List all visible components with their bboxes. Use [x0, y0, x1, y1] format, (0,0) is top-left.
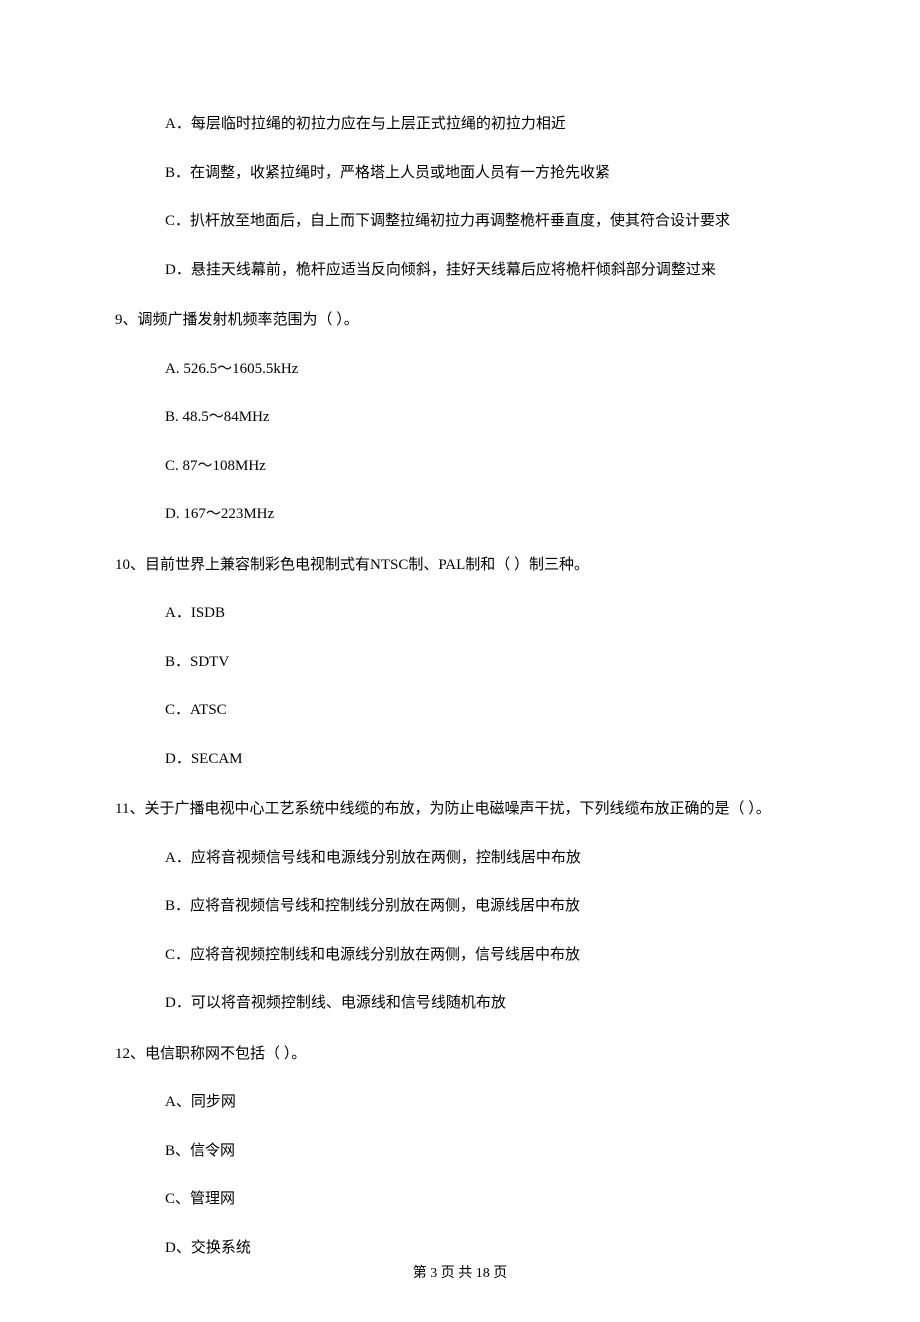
- option-b: B．应将音视频信号线和控制线分别放在两侧，电源线居中布放: [165, 892, 805, 921]
- option-c: C. 87～108MHz: [165, 452, 805, 481]
- question-10: 10、目前世界上兼容制彩色电视制式有NTSC制、PAL制和（ ）制三种。 A．I…: [115, 551, 805, 774]
- option-b: B．SDTV: [165, 648, 805, 677]
- option-d: D．可以将音视频控制线、电源线和信号线随机布放: [165, 989, 805, 1018]
- option-d: D．SECAM: [165, 745, 805, 774]
- option-b: B．在调整，收紧拉绳时，严格塔上人员或地面人员有一方抢先收紧: [165, 159, 805, 188]
- option-b: B. 48.5～84MHz: [165, 403, 805, 432]
- option-d: D．悬挂天线幕前，桅杆应适当反向倾斜，挂好天线幕后应将桅杆倾斜部分调整过来: [165, 256, 805, 285]
- option-d: D. 167～223MHz: [165, 500, 805, 529]
- option-c: C、管理网: [165, 1185, 805, 1214]
- orphan-option-list: A．每层临时拉绳的初拉力应在与上层正式拉绳的初拉力相近 B．在调整，收紧拉绳时，…: [115, 110, 805, 284]
- question-stem: 11、关于广播电视中心工艺系统中线缆的布放，为防止电磁噪声干扰，下列线缆布放正确…: [115, 795, 805, 824]
- option-d: D、交换系统: [165, 1234, 805, 1263]
- question-stem: 12、电信职称网不包括（ ）。: [115, 1040, 805, 1069]
- question-stem: 10、目前世界上兼容制彩色电视制式有NTSC制、PAL制和（ ）制三种。: [115, 551, 805, 580]
- option-c: C．ATSC: [165, 696, 805, 725]
- question-11: 11、关于广播电视中心工艺系统中线缆的布放，为防止电磁噪声干扰，下列线缆布放正确…: [115, 795, 805, 1018]
- option-a: A．ISDB: [165, 599, 805, 628]
- option-a: A. 526.5～1605.5kHz: [165, 355, 805, 384]
- question-12: 12、电信职称网不包括（ ）。 A、同步网 B、信令网 C、管理网 D、交换系统: [115, 1040, 805, 1263]
- page-footer: 第 3 页 共 18 页: [0, 1262, 920, 1282]
- question-9: 9、调频广播发射机频率范围为（ ）。 A. 526.5～1605.5kHz B.…: [115, 306, 805, 529]
- option-c: C．应将音视频控制线和电源线分别放在两侧，信号线居中布放: [165, 941, 805, 970]
- option-b: B、信令网: [165, 1137, 805, 1166]
- option-a: A．应将音视频信号线和电源线分别放在两侧，控制线居中布放: [165, 844, 805, 873]
- option-a: A、同步网: [165, 1088, 805, 1117]
- option-c: C．扒杆放至地面后，自上而下调整拉绳初拉力再调整桅杆垂直度，使其符合设计要求: [165, 207, 805, 236]
- document-page: A．每层临时拉绳的初拉力应在与上层正式拉绳的初拉力相近 B．在调整，收紧拉绳时，…: [0, 0, 920, 1322]
- option-a: A．每层临时拉绳的初拉力应在与上层正式拉绳的初拉力相近: [165, 110, 805, 139]
- question-stem: 9、调频广播发射机频率范围为（ ）。: [115, 306, 805, 335]
